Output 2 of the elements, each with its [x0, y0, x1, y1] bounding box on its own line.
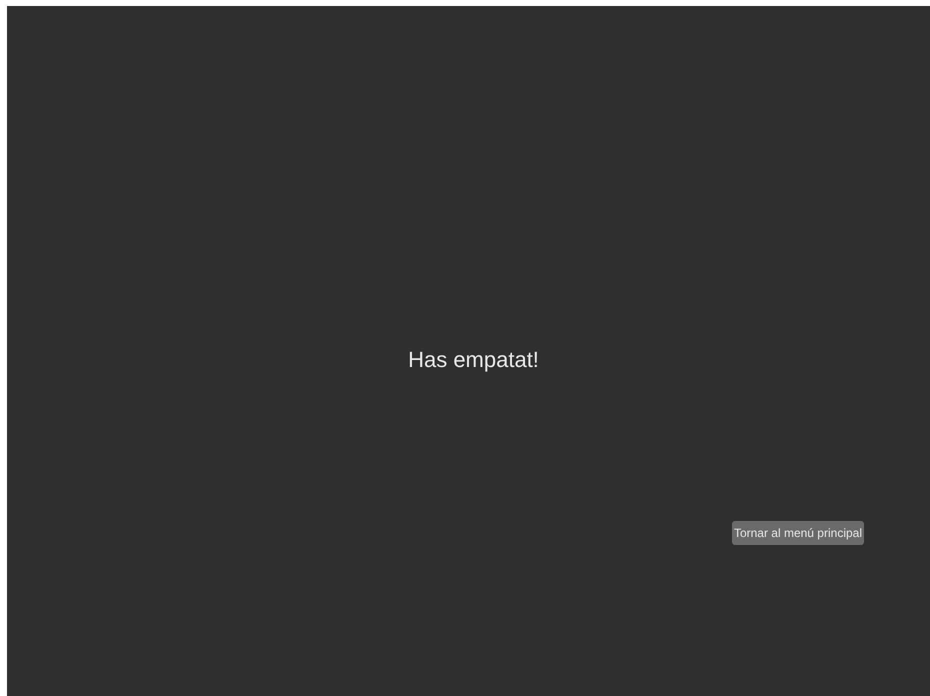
main-menu-button[interactable]: Tornar al menú principal	[732, 521, 864, 545]
result-message: Has empatat!	[408, 347, 539, 373]
